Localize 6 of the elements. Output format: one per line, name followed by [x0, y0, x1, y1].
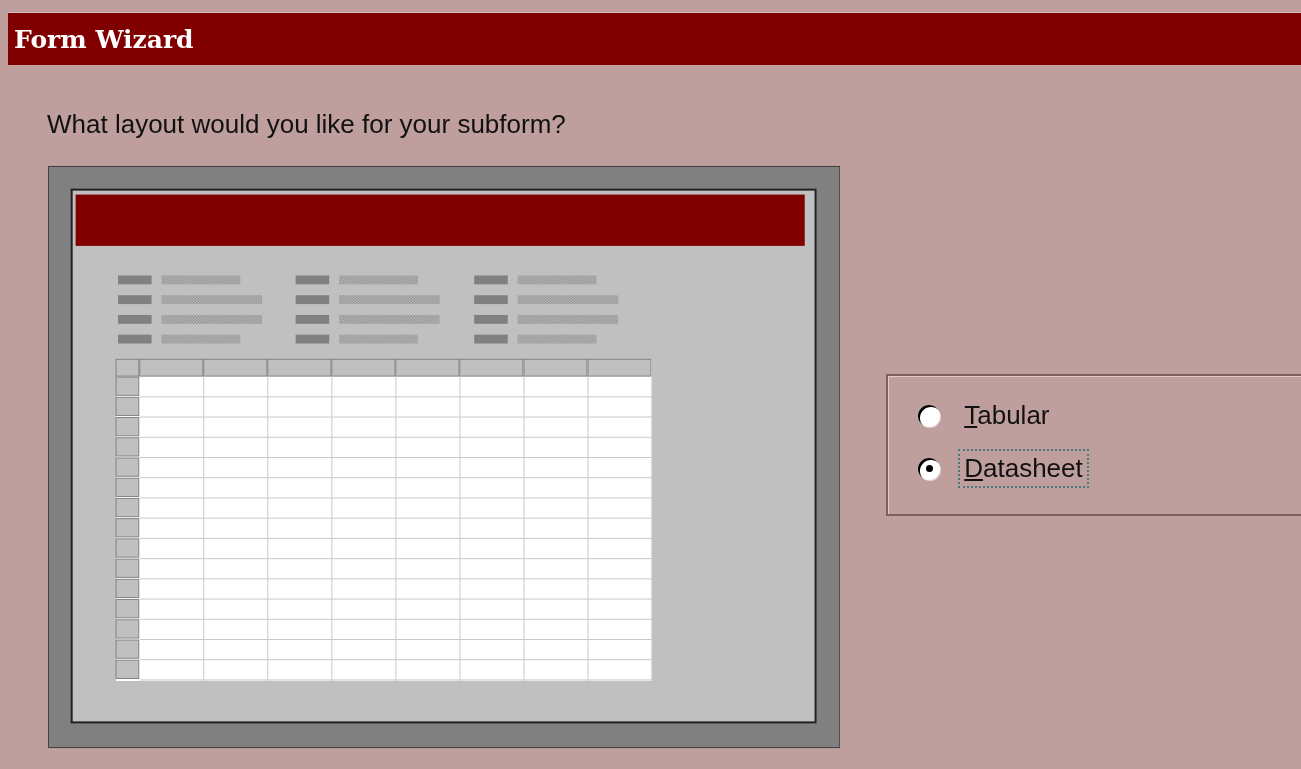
window-title: Form Wizard [14, 24, 194, 54]
option-label[interactable]: Tabular [958, 396, 1056, 435]
radio-button[interactable] [918, 457, 941, 480]
question-text: What layout would you like for your subform? [47, 109, 566, 140]
option-label[interactable]: Datasheet [958, 449, 1089, 488]
radio-button[interactable] [918, 404, 941, 427]
